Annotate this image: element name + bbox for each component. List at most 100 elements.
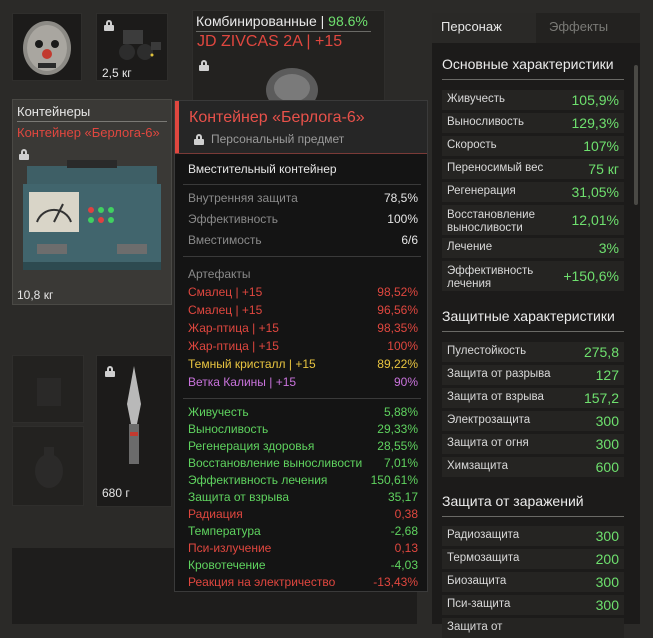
- stat-value: 127: [595, 367, 619, 383]
- stat-label: Защита от разрыва: [447, 368, 551, 380]
- tab-effects[interactable]: Эффекты: [536, 13, 640, 43]
- stat-row: Защита от взрыва 157,2: [442, 388, 624, 408]
- row-label: Восстановление выносливости: [188, 456, 363, 470]
- row-value: 78,5%: [383, 191, 418, 205]
- stat-value: 3%: [598, 240, 619, 256]
- divider: [196, 31, 371, 32]
- tooltip-row: Реакция на электричество -13,43%: [188, 575, 418, 591]
- tooltip-subtitle: Персональный предмет: [211, 132, 345, 146]
- containers-slot[interactable]: Контейнеры Контейнер «Берлога-6» 10,8 кг: [12, 99, 172, 305]
- stat-label: Скорость: [447, 139, 497, 151]
- row-value: 5,88%: [383, 405, 418, 419]
- stat-row: Защита от: [442, 618, 624, 638]
- row-label: Смалец | +15: [188, 285, 263, 299]
- divider: [183, 184, 421, 185]
- row-value: 100%: [387, 339, 418, 353]
- row-label: Реакция на электричество: [188, 575, 336, 589]
- stat-value: 600: [595, 459, 619, 475]
- row-label: Эффективность: [188, 212, 279, 226]
- knife-slot[interactable]: 680 г: [96, 355, 172, 507]
- knife-weight: 680 г: [102, 486, 130, 500]
- stat-label: Живучесть: [447, 93, 506, 105]
- row-label: Жар-птица | +15: [188, 339, 279, 353]
- stat-label: Радиозащита: [447, 529, 520, 541]
- stat-value: 300: [595, 574, 619, 590]
- container-icon: [23, 160, 161, 270]
- stat-label: Пси-защита: [447, 598, 511, 610]
- row-label: Внутренняя защита: [188, 191, 298, 205]
- armor-icon: [266, 68, 318, 102]
- stat-value: 129,3%: [571, 115, 619, 131]
- stat-label: Лечение: [447, 241, 493, 253]
- stat-label: Эффективность лечения: [447, 265, 534, 290]
- row-value: 89,22%: [377, 357, 418, 371]
- tooltip-row: Смалец | +15 96,56%: [188, 303, 418, 319]
- helmet-slot[interactable]: 2,5 кг: [96, 13, 168, 81]
- grenade-slot[interactable]: [12, 426, 84, 506]
- tooltip-header: Контейнер «Берлога-6» Персональный предм…: [175, 101, 427, 153]
- empty-slot[interactable]: [12, 355, 84, 423]
- row-label: Ветка Калины | +15: [188, 375, 297, 389]
- stat-row: Выносливость 129,3%: [442, 113, 624, 133]
- stat-row: Пулестойкость 275,8: [442, 342, 624, 362]
- row-value: 28,55%: [377, 439, 418, 453]
- stat-row: Радиозащита 300: [442, 526, 624, 546]
- tooltip-row: Темный кристалл | +15 89,22%: [188, 357, 418, 373]
- row-value: 96,56%: [377, 303, 418, 317]
- stat-value: 300: [595, 413, 619, 429]
- row-value: -2,68: [390, 524, 418, 538]
- container-weight: 10,8 кг: [17, 288, 54, 302]
- tooltip-row: Смалец | +15 98,52%: [188, 285, 418, 301]
- divider: [17, 121, 167, 122]
- grenade-icon: [35, 447, 63, 488]
- divider: [183, 256, 421, 257]
- knife-icon: [127, 366, 141, 464]
- row-label: Вместимость: [188, 233, 262, 247]
- stat-label: Защита от огня: [447, 437, 529, 449]
- stat-row: Эффективность лечения +150,6%: [442, 261, 624, 291]
- tooltip-title: Контейнер «Берлога-6»: [189, 109, 365, 126]
- scrollbar[interactable]: [634, 65, 638, 205]
- tab-character[interactable]: Персонаж: [432, 13, 536, 43]
- stat-label: Защита от взрыва: [447, 391, 544, 403]
- stat-value: +150,6%: [563, 268, 619, 284]
- tooltip-description: Вместительный контейнер: [188, 162, 337, 176]
- tooltip-row: Регенерация здоровья 28,55%: [188, 439, 418, 455]
- stat-row: Восстановление выносливости 12,01%: [442, 205, 624, 235]
- tooltip-row: Жар-птица | +15 100%: [188, 339, 418, 355]
- weapon-name: JD ZIVCAS 2A | +15: [197, 33, 343, 50]
- divider: [442, 331, 624, 332]
- lock-icon: [194, 134, 204, 145]
- tooltip-row: Вместимость 6/6: [188, 233, 418, 249]
- lock-icon: [199, 60, 209, 71]
- stat-label: Защита от: [447, 621, 503, 633]
- divider: [175, 153, 427, 154]
- main-stats-title: Основные характеристики: [442, 56, 614, 72]
- stat-label: Пулестойкость: [447, 345, 527, 357]
- stat-row: Пси-защита 300: [442, 595, 624, 615]
- stat-value: 200: [595, 551, 619, 567]
- row-value: 29,33%: [377, 422, 418, 436]
- stat-value: 31,05%: [571, 184, 619, 200]
- mask-slot[interactable]: [12, 13, 82, 81]
- tooltip-row: Кровотечение -4,03: [188, 558, 418, 574]
- tooltip-row: Живучесть 5,88%: [188, 405, 418, 421]
- stat-label: Восстановление выносливости: [447, 209, 535, 234]
- stat-row: Электрозащита 300: [442, 411, 624, 431]
- row-value: 98,52%: [377, 285, 418, 299]
- tooltip-row: Ветка Калины | +15 90%: [188, 375, 418, 391]
- tooltip-row: Радиация 0,38: [188, 507, 418, 523]
- stat-value: 105,9%: [571, 92, 619, 108]
- weapon-category: Комбинированные | 98.6%: [196, 13, 368, 29]
- stat-row: Живучесть 105,9%: [442, 90, 624, 110]
- row-label: Защита от взрыва: [188, 490, 290, 504]
- row-value: 0,13: [394, 541, 418, 555]
- row-label: Живучесть: [188, 405, 249, 419]
- row-value: 0,38: [394, 507, 418, 521]
- artifacts-header: Артефакты: [188, 267, 251, 281]
- row-value: 90%: [393, 375, 418, 389]
- row-value: 6/6: [401, 233, 418, 247]
- row-label: Темный кристалл | +15: [188, 357, 316, 371]
- tooltip-row: Восстановление выносливости 7,01%: [188, 456, 418, 472]
- tooltip-row: Внутренняя защита 78,5%: [188, 191, 418, 207]
